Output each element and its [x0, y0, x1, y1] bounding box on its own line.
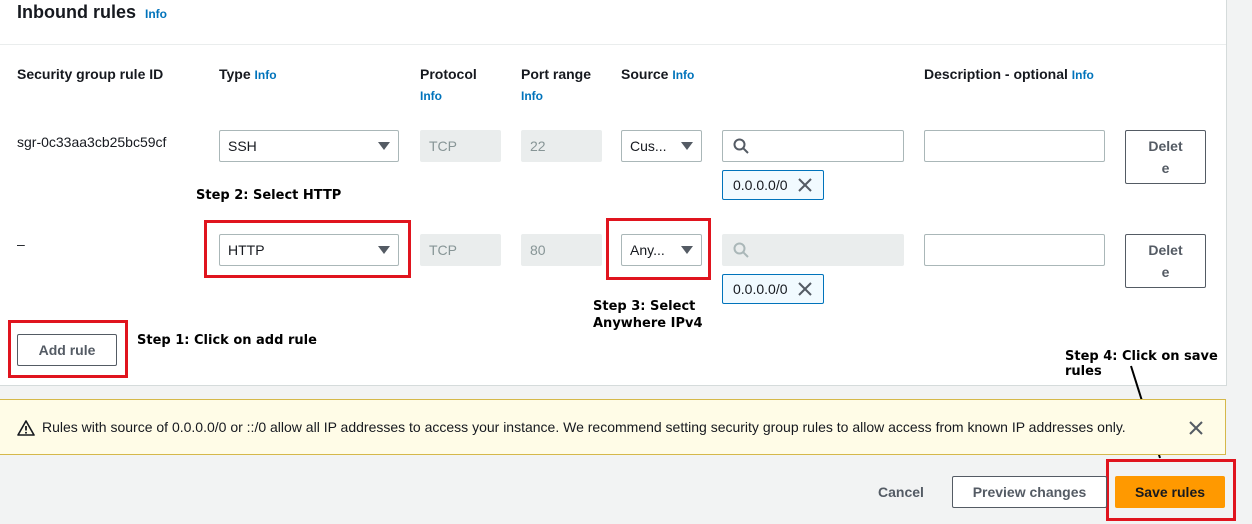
preview-changes-button[interactable]: Preview changes — [952, 476, 1107, 508]
alert-text: Rules with source of 0.0.0.0/0 or ::/0 a… — [42, 419, 1126, 435]
close-icon[interactable] — [1189, 421, 1203, 435]
save-rules-button[interactable]: Save rules — [1115, 476, 1225, 508]
warning-icon — [17, 420, 35, 436]
warning-alert: Rules with source of 0.0.0.0/0 or ::/0 a… — [0, 399, 1226, 455]
cancel-button[interactable]: Cancel — [878, 484, 924, 500]
